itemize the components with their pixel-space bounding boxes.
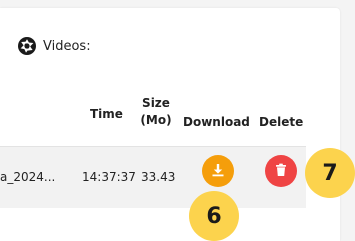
- video-size-cell: 33.43: [141, 170, 176, 184]
- video-name-cell: a_2024...: [0, 170, 56, 184]
- delete-button[interactable]: [265, 155, 297, 187]
- camera-aperture-icon: [17, 36, 37, 56]
- videos-title: Videos:: [43, 38, 91, 54]
- column-header-download: Download: [183, 115, 250, 129]
- trash-icon: [274, 162, 288, 181]
- column-header-delete: Delete: [259, 115, 304, 129]
- download-icon: [211, 162, 225, 181]
- annotation-badge-download: 6: [189, 191, 239, 241]
- column-header-size-line2: (Mo): [140, 113, 172, 127]
- video-time-cell: 14:37:37: [82, 170, 136, 184]
- column-header-size-line1: Size: [142, 96, 170, 110]
- annotation-badge-delete: 7: [305, 148, 355, 198]
- column-header-size: Size (Mo): [137, 95, 175, 129]
- column-header-time: Time: [90, 107, 123, 121]
- videos-card: Videos: Time Size (Mo) Download Delete a…: [0, 8, 340, 241]
- download-button[interactable]: [202, 155, 234, 187]
- videos-header: Videos:: [17, 36, 91, 56]
